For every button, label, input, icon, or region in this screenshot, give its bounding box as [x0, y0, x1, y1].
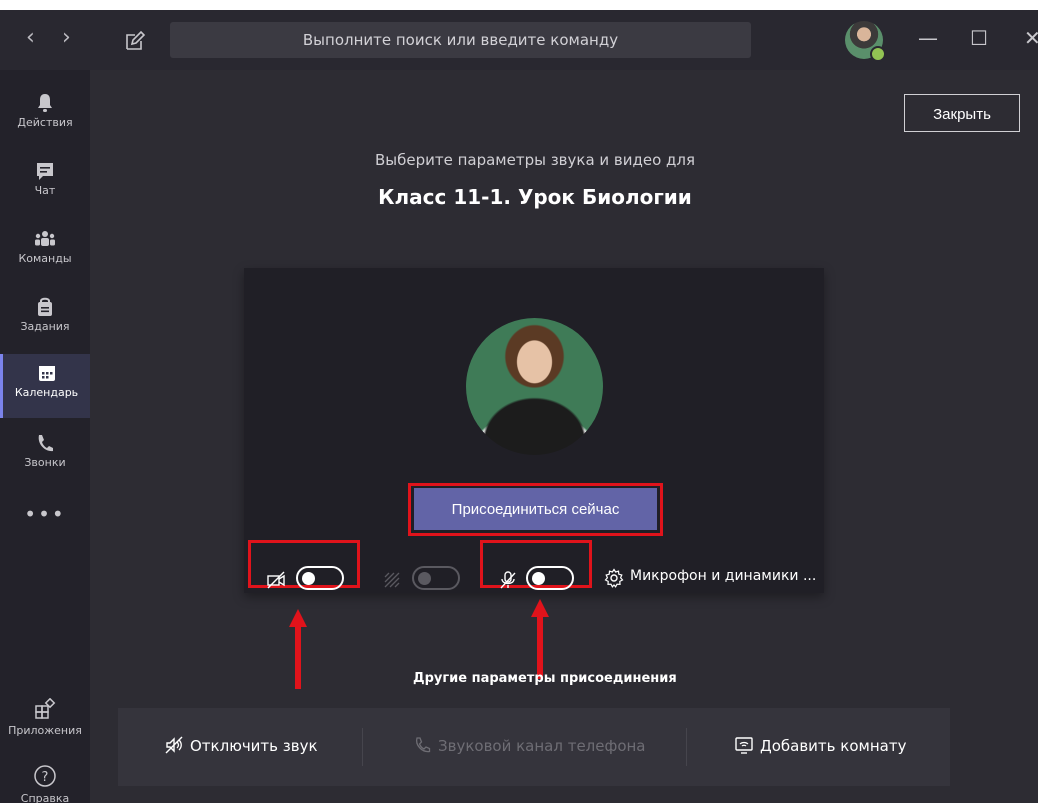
app-rail: Действия Чат Команды Задания Календарь З… [0, 70, 90, 803]
teams-window: ‹ › Выполните поиск или введите команду … [0, 10, 1038, 803]
rail-label: Действия [17, 116, 73, 129]
rail-label: Приложения [8, 724, 82, 737]
join-options-bar: Отключить звук Звуковой канал телефона Д… [118, 708, 950, 786]
more-apps-button[interactable]: ••• [0, 502, 90, 526]
speaker-off-icon [165, 736, 183, 754]
add-room-label: Добавить комнату [760, 737, 907, 755]
join-now-button[interactable]: Присоединиться сейчас [414, 488, 657, 530]
video-preview-panel: Присоединиться сейчас Микрофон и динамик… [244, 268, 824, 593]
apps-icon [35, 697, 56, 719]
forward-button[interactable]: › [62, 26, 71, 50]
rail-item-activity[interactable]: Действия [0, 84, 90, 148]
title-bar: ‹ › Выполните поиск или введите команду … [0, 10, 1038, 70]
microphone-toggle[interactable] [526, 566, 574, 590]
compose-icon[interactable] [124, 30, 146, 52]
settings-subtitle: Выберите параметры звука и видео для [374, 151, 696, 169]
phone-icon [416, 737, 431, 753]
arrow-shaft-microphone [537, 617, 543, 679]
rail-item-teams[interactable]: Команды [0, 220, 90, 284]
svg-text:?: ? [42, 770, 49, 785]
camera-off-icon [267, 571, 285, 589]
minimize-button[interactable]: — [918, 26, 938, 50]
rail-item-calls[interactable]: Звонки [0, 424, 90, 488]
status-available-icon [870, 46, 886, 62]
arrow-head-camera-icon [289, 609, 307, 627]
rail-label: Команды [18, 252, 72, 265]
mute-audio-option[interactable]: Отключить звук [164, 735, 318, 755]
gear-icon[interactable] [604, 568, 624, 588]
background-blur-icon [384, 572, 400, 588]
rail-item-help[interactable]: ? Справка [0, 764, 90, 803]
rail-label: Календарь [14, 386, 79, 399]
rail-label: Звонки [24, 456, 66, 469]
phone-audio-label: Звуковой канал телефона [438, 737, 646, 755]
phone-audio-option[interactable]: Звуковой канал телефона [412, 735, 646, 755]
arrow-shaft-camera [295, 627, 301, 689]
back-button[interactable]: ‹ [26, 26, 35, 50]
rail-item-apps[interactable]: Приложения [0, 697, 90, 737]
close-button[interactable]: Закрыть [904, 94, 1020, 132]
meeting-title: Класс 11-1. Урок Биологии [378, 185, 692, 209]
room-display-icon [735, 737, 753, 754]
rail-item-assignments[interactable]: Задания [0, 288, 90, 352]
background-effects-toggle[interactable] [412, 566, 460, 590]
camera-toggle[interactable] [296, 566, 344, 590]
user-photo [466, 318, 603, 455]
microphone-off-icon [500, 571, 516, 589]
chat-icon [37, 163, 53, 180]
arrow-head-microphone-icon [531, 599, 549, 617]
close-window-button[interactable]: ✕ [1024, 26, 1038, 50]
rail-item-calendar[interactable]: Календарь [0, 354, 90, 418]
rail-label: Справка [20, 792, 70, 803]
mute-audio-label: Отключить звук [190, 737, 318, 755]
phone-icon [38, 435, 53, 452]
rail-label: Задания [20, 320, 70, 333]
rail-item-chat[interactable]: Чат [0, 152, 90, 216]
add-room-option[interactable]: Добавить комнату [734, 735, 906, 755]
help-icon: ? [34, 765, 56, 787]
maximize-button[interactable]: ☐ [970, 26, 988, 50]
calendar-icon [38, 366, 55, 381]
options-divider [686, 728, 687, 766]
teams-icon [35, 231, 55, 246]
rail-label: Чат [34, 184, 56, 197]
assignments-icon [38, 297, 52, 316]
bell-icon [38, 94, 52, 112]
search-input[interactable]: Выполните поиск или введите команду [170, 22, 751, 58]
options-divider [362, 728, 363, 766]
audio-device-selector[interactable]: Микрофон и динамики ... [630, 568, 816, 584]
other-join-options-heading: Другие параметры присоединения [413, 671, 677, 686]
